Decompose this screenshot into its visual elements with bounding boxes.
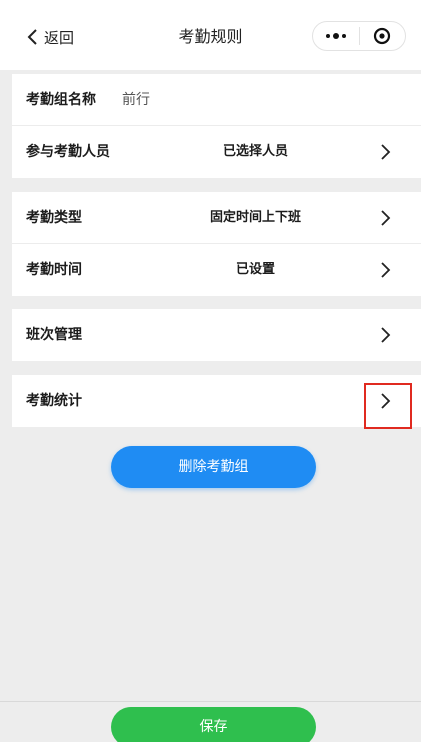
row-shift-management[interactable]: 班次管理 xyxy=(12,309,421,361)
close-button[interactable] xyxy=(360,22,406,50)
row-label: 班次管理 xyxy=(26,327,82,343)
row-label: 考勤类型 xyxy=(26,210,82,226)
save-button[interactable]: 保存 xyxy=(111,707,316,742)
row-participants[interactable]: 参与考勤人员 已选择人员 xyxy=(12,126,421,178)
row-attendance-time[interactable]: 考勤时间 已设置 xyxy=(12,244,421,296)
group-statistics: 考勤统计 xyxy=(12,375,421,427)
chevron-right-icon xyxy=(381,262,391,278)
row-label: 参与考勤人员 xyxy=(26,144,110,160)
chevron-right-icon xyxy=(381,144,391,160)
row-label: 考勤统计 xyxy=(26,393,82,409)
delete-group-button[interactable]: 删除考勤组 xyxy=(111,446,316,488)
more-dots-icon xyxy=(325,33,346,39)
group-attendance-setup: 考勤类型 固定时间上下班 考勤时间 已设置 xyxy=(12,192,421,296)
back-label: 返回 xyxy=(44,28,75,47)
row-attendance-group-name[interactable]: 考勤组名称 前行 xyxy=(12,74,421,126)
row-attendance-type[interactable]: 考勤类型 固定时间上下班 xyxy=(12,192,421,244)
group-basic-info: 考勤组名称 前行 参与考勤人员 已选择人员 xyxy=(12,74,421,178)
row-value: 前行 xyxy=(122,92,150,108)
row-label: 考勤时间 xyxy=(26,262,82,278)
group-shift: 班次管理 xyxy=(12,309,421,361)
attendance-rules-page: 返回 考勤规则 考勤组名称 前行 参与考勤人员 已选择人员 考勤类型 固定时间上… xyxy=(0,0,421,742)
back-button[interactable]: 返回 xyxy=(26,24,74,50)
miniprogram-capsule xyxy=(312,21,406,51)
nav-header: 返回 考勤规则 xyxy=(0,0,421,70)
target-circle-icon xyxy=(374,27,391,45)
chevron-right-icon[interactable] xyxy=(379,392,391,410)
more-button[interactable] xyxy=(313,22,359,50)
row-attendance-statistics[interactable]: 考勤统计 xyxy=(12,375,421,427)
chevron-right-icon xyxy=(381,210,391,226)
chevron-left-icon xyxy=(27,29,37,45)
chevron-right-icon xyxy=(381,327,391,343)
row-label: 考勤组名称 xyxy=(26,92,96,108)
